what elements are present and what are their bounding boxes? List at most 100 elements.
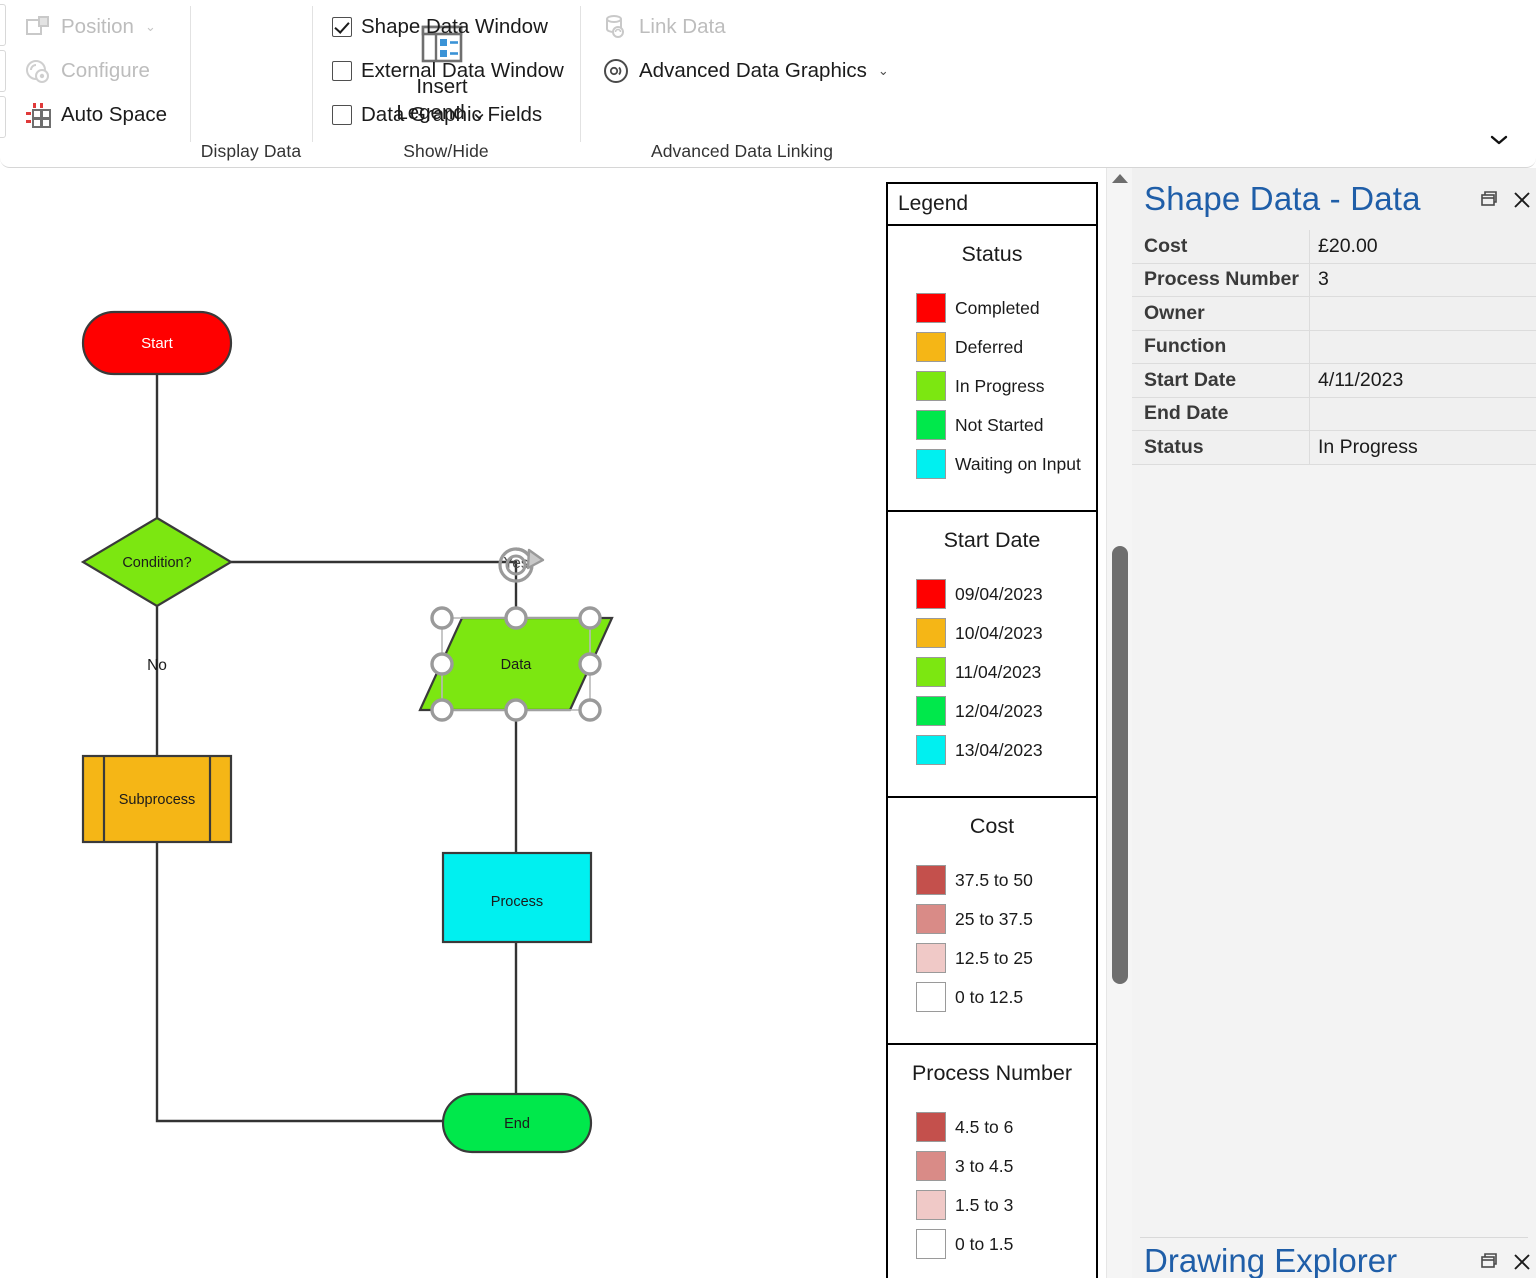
connectors [155, 374, 518, 1123]
legend-section-title: Start Date [943, 528, 1041, 552]
link-data-label: Link Data [639, 15, 726, 38]
legend-swatch [916, 1229, 946, 1259]
shape-data-key: Process Number [1132, 263, 1310, 296]
shape-data-table: Cost £20.00 Process Number 3 Owner Funct… [1132, 230, 1536, 465]
shape-process[interactable]: Process [441, 851, 593, 944]
shape-end[interactable]: End [441, 1092, 593, 1154]
checkbox-unchecked-icon [332, 105, 352, 125]
shape-subprocess[interactable]: Subprocess [81, 754, 233, 844]
advanced-data-graphics-label: Advanced Data Graphics [639, 59, 867, 82]
shape-data-window-label: Shape Data Window [361, 15, 548, 38]
legend-row-label: 3 to 4.5 [955, 1155, 1014, 1176]
close-icon[interactable] [1512, 1252, 1532, 1272]
shape-end-label: End [504, 1116, 530, 1132]
ribbon-group-label-display-data: Display Data [200, 141, 302, 161]
shape-data-value[interactable]: £20.00 [1310, 230, 1536, 263]
close-icon[interactable] [1512, 190, 1532, 210]
selection-handle-bottom-left [430, 698, 454, 722]
legend-swatch [916, 371, 946, 401]
legend-swatch [916, 1112, 946, 1142]
legend-swatch [916, 943, 946, 973]
legend-row: 25 to 37.5 [888, 904, 1096, 934]
ribbon: Position ⌄ Configure Auto Space Insert L… [0, 0, 1536, 168]
shape-data-value[interactable] [1310, 297, 1536, 330]
legend-swatch [916, 865, 946, 895]
ribbon-group-show-hide: Shape Data Window External Data Window D… [314, 0, 578, 168]
selection-handle-top-left [430, 606, 454, 630]
shape-data-value[interactable] [1310, 331, 1536, 364]
collapse-ribbon-button[interactable] [1486, 129, 1512, 151]
legend-section-status: Status Completed Deferred In Progress No… [888, 226, 1096, 512]
legend-shape[interactable]: Legend Status Completed Deferred In Prog… [886, 182, 1098, 1278]
drawing-explorer-panel-header[interactable]: Drawing Explorer [1132, 1238, 1536, 1278]
shape-data-value[interactable] [1310, 398, 1536, 431]
legend-swatch [916, 579, 946, 609]
legend-row-label: 37.5 to 50 [955, 869, 1033, 890]
scrollbar-thumb[interactable] [1112, 546, 1128, 984]
position-button[interactable]: Position ⌄ [20, 8, 160, 46]
restore-window-icon[interactable] [1480, 1252, 1500, 1272]
shape-data-panel-title: Shape Data - Data [1144, 180, 1421, 217]
legend-row: 0 to 1.5 [888, 1229, 1096, 1259]
legend-row-label: 0 to 12.5 [955, 986, 1024, 1007]
shape-data-row[interactable]: End Date [1132, 397, 1536, 431]
link-data-button[interactable]: Link Data [598, 8, 730, 46]
scroll-up-arrow-icon[interactable] [1111, 174, 1128, 183]
shape-condition[interactable]: Condition? [80, 516, 234, 608]
connector-subprocess-to-end [155, 842, 443, 1123]
checkbox-unchecked-icon [332, 61, 352, 81]
legend-row: 12/04/2023 [888, 696, 1096, 726]
position-icon [24, 13, 52, 41]
shape-data-row[interactable]: Owner [1132, 297, 1536, 331]
configure-button[interactable]: Configure [20, 52, 154, 90]
shape-data-window-checkbox[interactable]: Shape Data Window [328, 8, 552, 46]
legend-row-label: 12/04/2023 [955, 700, 1043, 721]
data-graphic-fields-checkbox[interactable]: Data Graphic Fields [328, 96, 546, 134]
legend-row-label: Waiting on Input [955, 453, 1081, 474]
canvas-vertical-scrollbar[interactable] [1106, 168, 1132, 1278]
ribbon-group-label-advanced-data-linking: Advanced Data Linking [650, 141, 834, 161]
auto-space-button[interactable]: Auto Space [20, 96, 171, 134]
shape-data-row[interactable]: Status In Progress [1132, 431, 1536, 465]
shape-data-key: Function [1132, 330, 1310, 363]
legend-swatch [916, 618, 946, 648]
auto-space-label: Auto Space [61, 103, 167, 126]
chevron-down-icon [1490, 135, 1508, 145]
restore-window-icon[interactable] [1480, 190, 1500, 210]
legend-section-title: Cost [969, 814, 1015, 838]
legend-row-label: Deferred [955, 336, 1024, 357]
advanced-data-graphics-icon [602, 57, 630, 85]
legend-row-label: 1.5 to 3 [955, 1194, 1014, 1215]
legend-row: 13/04/2023 [888, 735, 1096, 765]
shape-data-row[interactable]: Start Date 4/11/2023 [1132, 364, 1536, 398]
legend-row: Completed [888, 293, 1096, 323]
shape-data-value[interactable]: 4/11/2023 [1310, 364, 1536, 397]
legend-row-label: 11/04/2023 [955, 661, 1042, 682]
shape-start[interactable]: Start [81, 310, 233, 376]
shape-data-key: End Date [1132, 397, 1310, 430]
shape-data-row[interactable]: Function [1132, 330, 1536, 364]
external-data-window-checkbox[interactable]: External Data Window [328, 52, 568, 90]
legend-swatch [916, 1190, 946, 1220]
legend-section-cost: Cost 37.5 to 50 25 to 37.5 12.5 to 25 0 … [888, 798, 1096, 1045]
position-label: Position [61, 15, 134, 38]
ribbon-group-arrange: Position ⌄ Configure Auto Space [16, 0, 188, 168]
configure-icon [24, 57, 52, 85]
shape-start-label: Start [141, 335, 174, 352]
shape-data-panel: Shape Data - Data Cost £20.00 Process Nu… [1132, 168, 1536, 1278]
shape-data-value[interactable]: 3 [1310, 264, 1536, 297]
shape-data-row[interactable]: Process Number 3 [1132, 263, 1536, 297]
legend-row: Not Started [888, 410, 1096, 440]
selection-handle-middle-left [430, 652, 454, 676]
advanced-data-graphics-button[interactable]: Advanced Data Graphics ⌄ [598, 52, 893, 90]
shape-data-row[interactable]: Cost £20.00 [1132, 230, 1536, 264]
auto-space-icon [24, 101, 52, 129]
legend-swatch [916, 293, 946, 323]
legend-row: Waiting on Input [888, 449, 1096, 479]
shape-data-value[interactable]: In Progress [1310, 431, 1536, 464]
legend-row-label: 10/04/2023 [955, 622, 1043, 643]
legend-swatch [916, 410, 946, 440]
legend-row-label: Completed [955, 297, 1040, 318]
connector-label-no: No [147, 657, 167, 674]
checkbox-checked-icon [332, 17, 352, 37]
